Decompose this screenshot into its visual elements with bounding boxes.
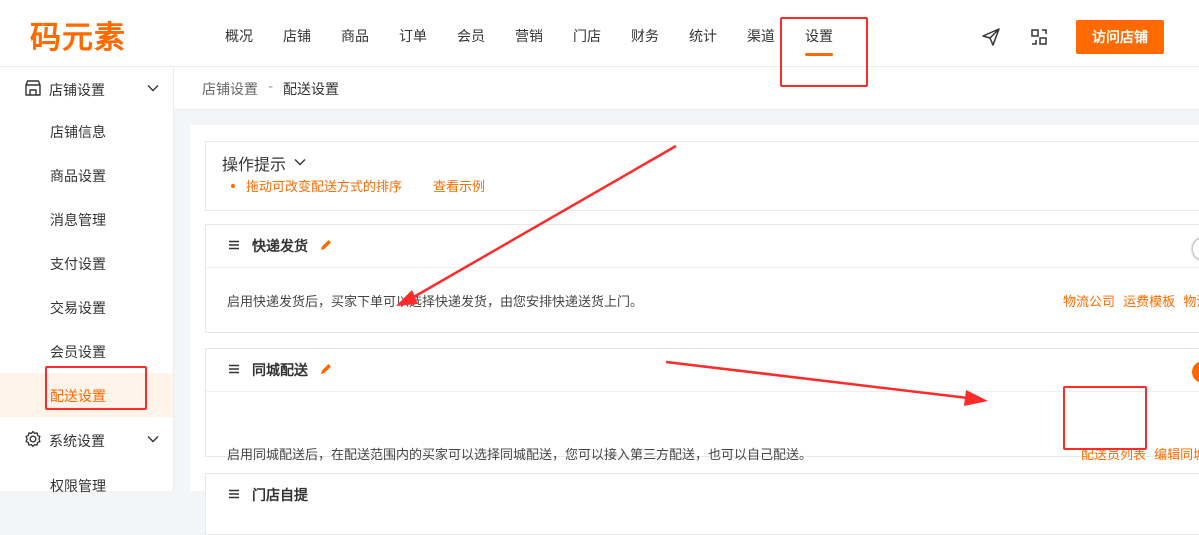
nav-item-shops[interactable]: 门店 — [573, 26, 601, 46]
annotation-box-delivery-settings — [45, 366, 147, 410]
logistics-company-link[interactable]: 物流公司 — [1063, 295, 1115, 310]
tips-title[interactable]: 操作提示 — [222, 151, 286, 175]
sidebar-group-label: 系统设置 — [49, 434, 105, 450]
edit-pencil-icon[interactable] — [319, 238, 333, 252]
delivery-card-pickup[interactable]: 门店自提 — [205, 473, 1199, 535]
sidebar-item-payment-settings[interactable]: 支付设置 — [0, 241, 173, 285]
card-header: 门店自提 — [206, 474, 1199, 516]
sidebar-group-store-settings[interactable]: 店铺设置 — [0, 68, 173, 108]
delivery-card-express[interactable]: 快递发货 启用快递发货后，买家下单可以选择快递发货，由您安排快递送货上门。 物流… — [205, 224, 1199, 333]
card-title: 门店自提 — [252, 488, 308, 504]
card-description: 启用同城配送后，在配送范围内的买家可以选择同城配送，您可以接入第三方配送，也可以… — [227, 448, 813, 463]
freight-template-link[interactable]: 运费模板 — [1123, 295, 1175, 310]
sidebar-item-label: 店铺信息 — [50, 125, 106, 141]
breadcrumb-current: 配送设置 — [283, 82, 339, 98]
courier-list-link[interactable]: 配送员列表 — [1081, 448, 1146, 463]
nav-item-stats[interactable]: 统计 — [689, 26, 717, 46]
sidebar-item-label: 权限管理 — [50, 479, 106, 495]
sidebar-item-label: 会员设置 — [50, 345, 106, 361]
sidebar-item-label: 交易设置 — [50, 301, 106, 317]
annotation-box-courier-list — [1063, 386, 1147, 450]
tips-card: 操作提示 拖动可改变配送方式的排序 查看示例 — [205, 141, 1199, 211]
sidebar-item-trade-settings[interactable]: 交易设置 — [0, 285, 173, 329]
edit-pencil-icon[interactable] — [319, 362, 333, 376]
sidebar-item-store-info[interactable]: 店铺信息 — [0, 109, 173, 153]
card-title: 快递发货 — [252, 239, 308, 255]
card-title: 同城配送 — [252, 363, 308, 379]
chevron-down-icon[interactable] — [293, 155, 307, 169]
sidebar-group-system-settings[interactable]: 系统设置 — [0, 419, 173, 459]
sidebar-group-label: 店铺设置 — [49, 83, 105, 99]
bullet-dot — [231, 184, 235, 188]
view-example-link[interactable]: 查看示例 — [433, 176, 485, 195]
breadcrumb-separator: - — [268, 79, 274, 95]
sidebar: 店铺设置 店铺信息 商品设置 消息管理 支付设置 交易设置 会员设置 配送设置 … — [0, 67, 174, 495]
sidebar-item-goods-settings[interactable]: 商品设置 — [0, 153, 173, 197]
sidebar-item-label: 支付设置 — [50, 257, 106, 273]
nav-item-finance[interactable]: 财务 — [631, 26, 659, 46]
enable-toggle[interactable] — [1192, 237, 1199, 261]
main-content: 操作提示 拖动可改变配送方式的排序 查看示例 快递发货 启用快递发货后，买家下单… — [190, 125, 1199, 535]
tip-text: 拖动可改变配送方式的排序 — [246, 180, 403, 195]
nav-item-goods[interactable]: 商品 — [341, 26, 369, 46]
nav-item-store[interactable]: 店铺 — [283, 26, 311, 46]
breadcrumb: 店铺设置 - 配送设置 — [174, 67, 1199, 110]
enable-toggle[interactable] — [1192, 361, 1199, 383]
sidebar-item-label: 商品设置 — [50, 169, 106, 185]
card-links: 物流公司 运费模板 物流 — [1063, 291, 1199, 310]
send-icon[interactable] — [981, 27, 1001, 47]
drag-handle-icon[interactable] — [228, 488, 240, 500]
gear-icon — [25, 430, 41, 448]
sidebar-item-permissions[interactable]: 权限管理 — [0, 463, 173, 507]
drag-handle-icon[interactable] — [228, 363, 240, 375]
nav-item-marketing[interactable]: 营销 — [515, 26, 543, 46]
nav-item-orders[interactable]: 订单 — [399, 26, 427, 46]
card-header: 同城配送 — [206, 349, 1199, 392]
switch-icon[interactable] — [1029, 27, 1049, 47]
store-icon — [25, 80, 41, 96]
logistics-link[interactable]: 物流 — [1183, 295, 1199, 310]
nav-item-members[interactable]: 会员 — [457, 26, 485, 46]
chevron-down-icon — [147, 436, 159, 443]
visit-store-button[interactable]: 访问店铺 — [1076, 20, 1164, 54]
sidebar-item-message-management[interactable]: 消息管理 — [0, 197, 173, 241]
annotation-box-settings — [780, 17, 868, 87]
brand-logo[interactable]: 码元素 — [30, 12, 126, 57]
drag-handle-icon[interactable] — [228, 239, 240, 251]
card-header: 快递发货 — [206, 225, 1199, 268]
nav-item-channels[interactable]: 渠道 — [747, 26, 775, 46]
breadcrumb-parent[interactable]: 店铺设置 — [202, 79, 258, 99]
delivery-card-same-city[interactable]: 同城配送 启用同城配送后，在配送范围内的买家可以选择同城配送，您可以接入第三方配… — [205, 348, 1199, 463]
nav-item-overview[interactable]: 概况 — [225, 26, 253, 46]
edit-same-city-link[interactable]: 编辑同城 — [1154, 448, 1199, 463]
top-navbar: 码元素 概况 店铺 商品 订单 会员 营销 门店 财务 统计 渠道 设置 访问店… — [0, 0, 1199, 67]
card-description: 启用快递发货后，买家下单可以选择快递发货，由您安排快递送货上门。 — [227, 295, 644, 310]
sidebar-item-label: 消息管理 — [50, 213, 106, 229]
chevron-down-icon — [147, 85, 159, 92]
